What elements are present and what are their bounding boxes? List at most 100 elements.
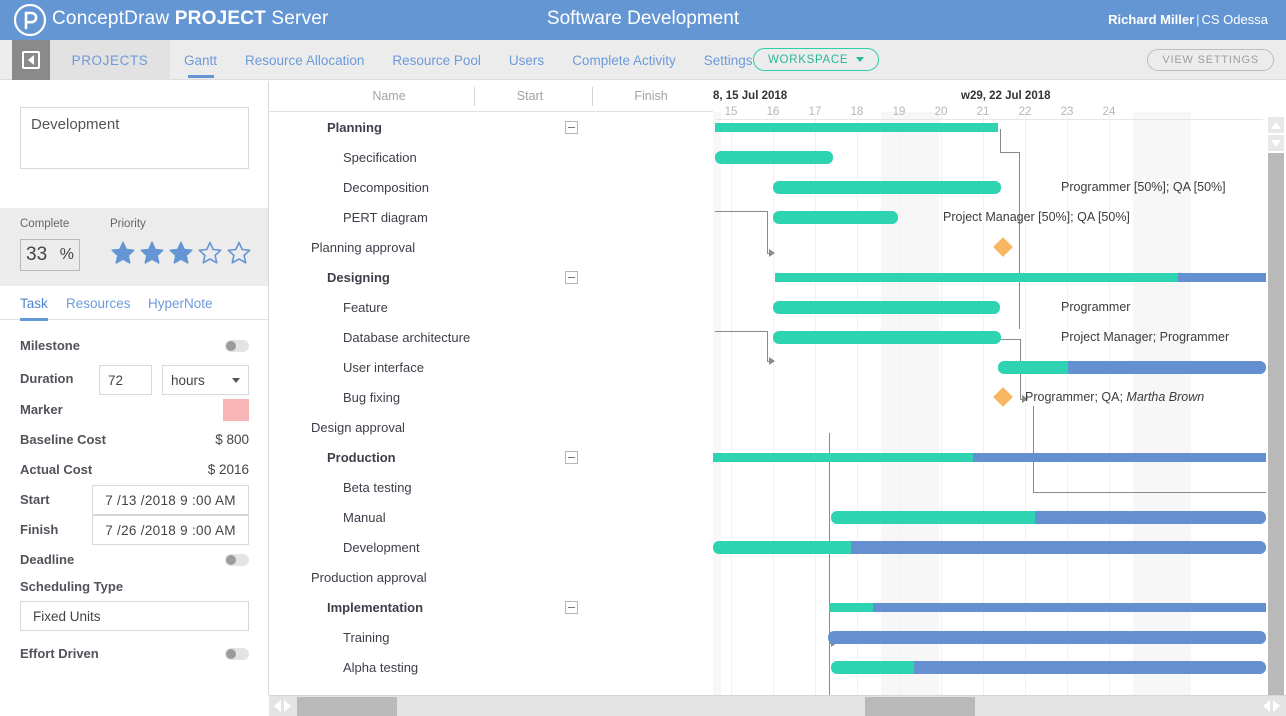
scroll-down-button[interactable] (1268, 135, 1284, 151)
tab-complete-activity[interactable]: Complete Activity (558, 40, 690, 80)
complete-percent-input[interactable]: 33 % (20, 239, 80, 271)
table-row[interactable]: Design approval 7/27/18 9:00 AM 7/27/18 … (269, 412, 713, 442)
table-horizontal-scrollbar[interactable] (269, 695, 713, 716)
gantt-bar[interactable] (713, 452, 1266, 462)
org-name: CS Odessa (1201, 12, 1268, 27)
field-effort-driven: Effort Driven (0, 639, 268, 669)
scheduling-type-value: Fixed Units (33, 608, 101, 624)
scroll-right-icon[interactable] (1273, 700, 1280, 712)
scroll-left-icon[interactable] (274, 700, 281, 712)
tab-users[interactable]: Users (495, 40, 558, 80)
row-expander-toggle[interactable] (565, 121, 578, 134)
column-header-finish[interactable]: Finish (593, 89, 709, 103)
field-duration: Duration 72 hours (0, 361, 268, 395)
table-row[interactable]: PERT diagram 7/16/18 9:00 AM 7/18/18 2:0… (269, 202, 713, 232)
table-row[interactable]: Database architecture 7/16/18 9:00 AM 7/… (269, 322, 713, 352)
tab-resource-allocation[interactable]: Resource Allocation (231, 40, 378, 80)
table-row[interactable]: Designing 7/16/18 9:00 AM 7/26/18 6:00 P… (269, 262, 713, 292)
subtab-resources[interactable]: Resources (66, 286, 131, 320)
duration-unit-select[interactable]: hours (162, 365, 249, 395)
table-row[interactable]: Manual 7/17/18 9:00 AM 7/26/18 9:00 AM (269, 502, 713, 532)
collapse-panel-button[interactable] (12, 40, 50, 80)
table-hscroll-thumb[interactable] (297, 697, 397, 716)
table-row[interactable]: Production approval 8/7/18 9:00 AM 8/7/1… (269, 562, 713, 592)
table-row[interactable]: Planning approval 7/20/18 9:00 AM 7/20/1… (269, 232, 713, 262)
gantt-horizontal-scrollbar[interactable] (713, 695, 1286, 716)
gantt-bar[interactable] (773, 330, 1001, 344)
task-name-cell: User interface (343, 360, 424, 375)
gantt-bar[interactable] (829, 602, 1266, 612)
priority-star-4[interactable] (197, 240, 223, 266)
gantt-bar-complete (713, 540, 851, 554)
table-row[interactable]: User interface 7/20/18 9:00 AM 7/26/18 6… (269, 352, 713, 382)
task-name-input[interactable]: Development (20, 107, 249, 169)
table-row[interactable]: Training 7/17/18 9:00 AM 7/26/18 9:00 AM (269, 622, 713, 652)
priority-star-rating[interactable] (110, 240, 252, 266)
row-expander-toggle[interactable] (565, 271, 578, 284)
nav-projects-button[interactable]: PROJECTS (50, 40, 170, 80)
gantt-day-tick: 23 (1060, 106, 1074, 118)
deadline-toggle[interactable] (225, 554, 249, 566)
start-date-input[interactable]: 7 /13 /2018 9 :00 AM (92, 485, 249, 515)
scroll-left-icon[interactable] (1263, 700, 1270, 712)
scheduling-type-select[interactable]: Fixed Units (20, 601, 249, 631)
column-header-start[interactable]: Start (475, 89, 585, 103)
weekend-column (713, 112, 721, 695)
dependency-link (829, 433, 830, 623)
task-name-cell: Decomposition (343, 180, 429, 195)
gantt-bar[interactable] (773, 300, 1000, 314)
gantt-bar[interactable] (715, 150, 833, 164)
row-expander-toggle[interactable] (565, 451, 578, 464)
tab-gantt[interactable]: Gantt (170, 40, 231, 80)
finish-date-input[interactable]: 7 /26 /2018 9 :00 AM (92, 515, 249, 545)
priority-star-2[interactable] (139, 240, 165, 266)
gantt-bar[interactable] (831, 660, 1266, 674)
tab-resource-pool[interactable]: Resource Pool (378, 40, 495, 80)
gantt-bar-remaining (1178, 272, 1266, 282)
gantt-bar[interactable] (998, 360, 1266, 374)
gantt-bar[interactable] (713, 540, 1266, 554)
gantt-bar[interactable] (715, 122, 998, 132)
duration-input[interactable]: 72 (99, 365, 152, 395)
field-milestone: Milestone (0, 331, 268, 361)
column-header-name[interactable]: Name (299, 89, 479, 103)
gantt-scroll-arrows[interactable] (1263, 700, 1280, 712)
table-row[interactable]: Production 7/13/18 9:00 AM 8/7/18 9:00 A… (269, 442, 713, 472)
gantt-bar[interactable] (828, 630, 1266, 644)
gantt-milestone-marker[interactable] (993, 387, 1013, 407)
vscroll-thumb[interactable] (1268, 153, 1284, 708)
table-row[interactable]: Implementation 7/17/18 9:00 AM 7/31/18 6… (269, 592, 713, 622)
table-scroll-arrows[interactable] (274, 700, 291, 712)
marker-color-swatch[interactable] (223, 399, 249, 421)
gantt-bar[interactable] (773, 210, 898, 224)
dependency-link (1000, 129, 1001, 153)
table-row[interactable]: Specification 7/10/18 9:00 AM 7/17/18 9:… (269, 142, 713, 172)
gantt-milestone-marker[interactable] (993, 237, 1013, 257)
priority-star-1[interactable] (110, 240, 136, 266)
gantt-bar-complete (773, 210, 898, 224)
workspace-dropdown-button[interactable]: WORKSPACE (753, 48, 880, 71)
scroll-right-icon[interactable] (284, 700, 291, 712)
table-row[interactable]: Decomposition 7/16/18 9:00 AM 7/20/18 9:… (269, 172, 713, 202)
gantt-bar[interactable] (775, 272, 1266, 282)
gantt-hscroll-thumb[interactable] (865, 697, 975, 716)
milestone-toggle[interactable] (225, 340, 249, 352)
effort-driven-toggle[interactable] (225, 648, 249, 660)
subtab-hypernote[interactable]: HyperNote (148, 286, 213, 320)
gantt-bar[interactable] (831, 510, 1266, 524)
priority-star-5[interactable] (226, 240, 252, 266)
table-row[interactable]: Planning 7/10/18 9:00 AM 7/20/18 9:00 AM (269, 112, 713, 142)
gantt-bar[interactable] (773, 180, 1001, 194)
table-row[interactable]: Beta testing 7/27/18 9:00 AM 8/7/18 9:00… (269, 472, 713, 502)
task-name-cell: Planning approval (311, 240, 416, 255)
priority-star-3[interactable] (168, 240, 194, 266)
view-settings-button[interactable]: VIEW SETTINGS (1147, 49, 1274, 71)
scroll-up-button[interactable] (1268, 117, 1284, 133)
table-row[interactable]: Bug fixing 7/20/18 9:00 AM 7/20/18 9:00 … (269, 382, 713, 412)
table-row[interactable]: Alpha testing 7/17/18 9:00 AM 7/31/18 6:… (269, 652, 713, 682)
table-row[interactable]: Feature 7/16/18 9:00 AM 7/20/18 9:00 AM (269, 292, 713, 322)
subtab-task[interactable]: Task (20, 286, 48, 321)
row-expander-toggle[interactable] (565, 601, 578, 614)
vertical-scrollbar[interactable] (1266, 81, 1286, 716)
table-row[interactable]: Development 7/13/18 9:00 AM 7/26/18 9:00… (269, 532, 713, 562)
